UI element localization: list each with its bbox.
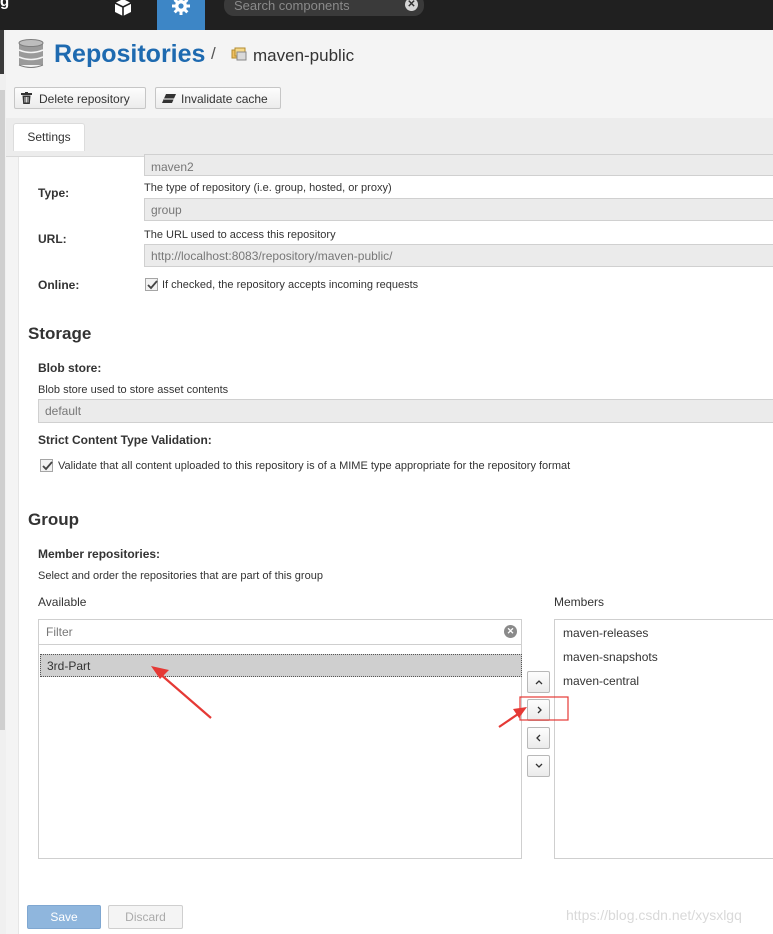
discard-button[interactable]: Discard (108, 905, 183, 929)
delete-repository-label: Delete repository (39, 92, 130, 106)
delete-repository-button[interactable]: Delete repository (14, 87, 146, 109)
invalidate-cache-label: Invalidate cache (181, 92, 268, 106)
arrow-to-3rd-part (151, 666, 212, 719)
watermark: https://blog.csdn.net/xysxlgq (566, 907, 742, 923)
admin-button[interactable] (157, 0, 205, 30)
search-clear-icon[interactable]: ✕ (405, 0, 418, 11)
cube-icon (114, 0, 132, 16)
invalidate-cache-button[interactable]: Invalidate cache (155, 87, 281, 109)
save-button[interactable]: Save (27, 905, 101, 929)
breadcrumb-current: maven-public (253, 46, 355, 65)
page-title[interactable]: Repositories (54, 40, 205, 69)
database-icon (18, 39, 44, 68)
highlight-box (519, 696, 569, 721)
brand-label: g (0, 0, 10, 10)
trash-icon (21, 92, 32, 104)
left-scrollbar[interactable] (0, 90, 5, 730)
settings-form: maven2 Type: The type of repository (i.e… (18, 154, 773, 934)
gear-icon (172, 0, 190, 15)
left-panel-edge (0, 30, 4, 74)
tab-settings[interactable]: Settings (13, 123, 85, 151)
repository-group-icon (231, 47, 247, 61)
content-left-strip (6, 157, 18, 934)
toolbar: Delete repository Invalidate cache (6, 80, 773, 119)
search-components-input[interactable]: Search components ✕ (224, 0, 424, 16)
arrow-to-add-button (498, 707, 527, 728)
top-navigation-bar: g Search components ✕ (0, 0, 773, 30)
search-placeholder: Search components (234, 0, 350, 13)
page-header: Repositories / maven-public (6, 30, 773, 80)
eraser-icon (162, 94, 176, 103)
browse-button[interactable] (100, 0, 146, 30)
tab-bar: Settings (6, 118, 773, 157)
red-annotation-overlay (151, 666, 569, 728)
breadcrumb-separator: / (211, 44, 216, 63)
